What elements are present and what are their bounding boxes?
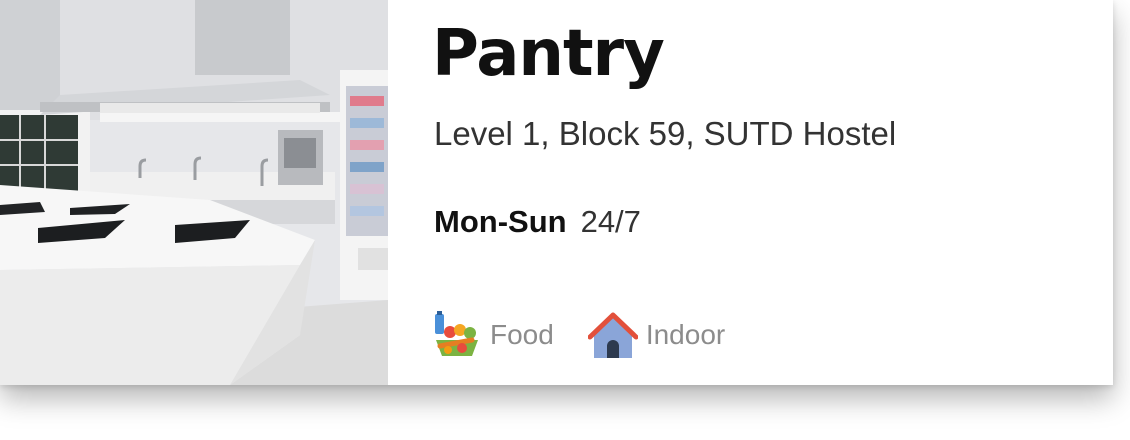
food-icon <box>435 311 478 356</box>
place-info: Pantry Level 1, Block 59, SUTD Hostel Mo… <box>432 0 1113 385</box>
place-title: Pantry <box>432 17 665 91</box>
tag-list: Food Indoor <box>432 310 759 360</box>
tag-food-label: Food <box>490 319 554 350</box>
opening-days: Mon-Sun <box>434 204 567 239</box>
opening-hours: Mon-Sun 24/7 <box>434 204 641 239</box>
pantry-photo <box>0 0 388 385</box>
tag-indoor: Indoor <box>587 310 726 360</box>
location-card[interactable]: Pantry Level 1, Block 59, SUTD Hostel Mo… <box>0 0 1113 385</box>
house-icon <box>587 312 638 358</box>
tag-food: Food <box>432 310 554 360</box>
place-address: Level 1, Block 59, SUTD Hostel <box>434 115 897 152</box>
opening-time: 24/7 <box>580 204 641 239</box>
tag-indoor-label: Indoor <box>645 319 726 350</box>
